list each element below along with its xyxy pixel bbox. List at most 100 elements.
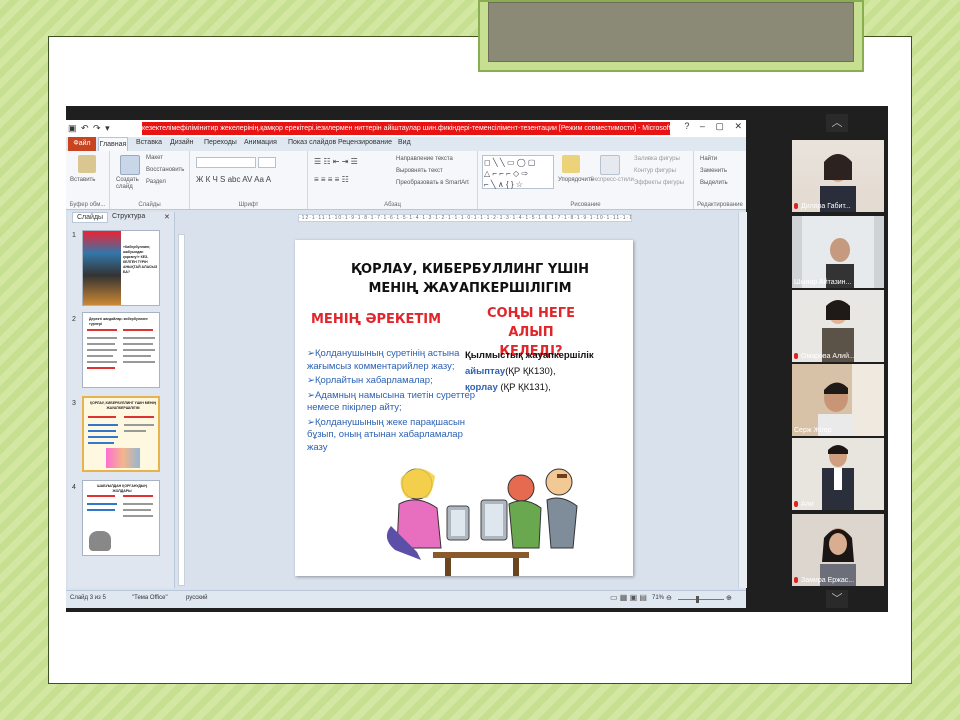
chevron-up-icon[interactable]: ︿ [826,114,848,132]
slide-counter: Слайд 3 из 5 [70,595,106,601]
font-size-field[interactable] [258,157,276,168]
participant-tile[interactable]: Али [792,438,884,510]
paste-button[interactable]: Вставить [70,177,95,183]
group-label-clipboard: Буфер обм... [69,202,106,208]
zoom-in-icon[interactable]: ⊕ [726,594,732,602]
muted-mic-icon [794,577,798,584]
text-direction-button[interactable]: Направление текста [396,156,453,162]
tab-slideshow[interactable]: Показ слайдов [288,139,336,146]
powerpoint-window: ▣ ↶ ↷ ▾ кезектелімефілімінитир жекелерін… [66,120,747,608]
thumb-text: «Кибербуллинг, шабуылдан қорғану!» КЕЗ-К… [123,245,158,274]
list-item: ➢Қолданушының суретінің астына жағымсыз … [307,348,460,372]
list-item: ➢Қорлайтын хабарламалар; [307,375,433,386]
zoom-level: 71% [652,595,665,601]
angry-body [508,500,542,549]
tab-home[interactable]: Главная [98,137,128,151]
font-name-field[interactable] [196,157,256,168]
cyberbullying-illustration [381,468,581,576]
panel-close-icon[interactable]: ✕ [160,212,174,222]
maximize-icon[interactable]: ▢ [715,121,724,131]
slide-thumbnail-4[interactable]: ШАБУЫЛДАН ҚОРҒАНУДЫҢ ЖОЛДАРЫ [82,480,160,556]
paste-icon[interactable] [78,155,96,173]
font-format-icons[interactable]: Ж К Ч S abc AV Aa A [196,175,271,184]
window-controls[interactable]: ? – ▢ ✕ [676,121,742,132]
language: русский [186,595,208,601]
reset-button[interactable]: Восстановить [146,167,184,173]
participant-tile[interactable]: Диляра Габит... [792,140,884,212]
zoom-slider-thumb[interactable] [696,596,699,603]
liability-title: Қылмыстық жауапкершілік [465,350,594,361]
tab-design[interactable]: Дизайн [170,139,194,146]
align-text-button[interactable]: Выровнять текст [396,168,443,174]
desk [433,552,529,558]
new-slide-icon[interactable] [120,155,140,175]
shape-effects-button[interactable]: Эффекты фигуры [634,180,684,186]
participant-video [802,216,874,288]
slide-thumbnail-2[interactable]: Деректі жағдайлар: кибербуллинг түрлері [82,312,160,388]
participant-video [820,528,856,586]
close-icon[interactable]: ✕ [734,121,742,131]
arrange-button[interactable]: Упорядочить [558,177,594,183]
list-icons[interactable]: ☰ ☷ ⇤ ⇥ ☰ [314,157,358,166]
shapes-gallery[interactable]: ◻ ╲ ╲ ▭ ◯ ▢ △ ⌐ ⌐ ⌐ ◇ ⇨ ⌐ ╲ ∧ { } ☆ [482,155,554,189]
smartart-button[interactable]: Преобразовать в SmartArt [396,180,469,186]
quick-styles-icon[interactable] [600,155,620,175]
liability-item: айыптау(ҚР ҚК130), [465,366,556,377]
tab-insert[interactable]: Вставка [136,139,162,146]
tab-animation[interactable]: Анимация [244,139,277,146]
liability-item: қорлау (ҚР ҚК131), [465,382,551,393]
title-placeholder [478,0,864,72]
participant-name: Омарова Алий... [794,353,855,360]
thumb-text: ШАБУЫЛДАН ҚОРҒАНУДЫҢ ЖОЛДАРЫ [97,484,147,493]
group-label-slides: Слайды [138,202,161,208]
minimize-icon[interactable]: – [700,121,705,131]
section-button[interactable]: Раздел [146,179,166,185]
thumb-number: 2 [72,316,76,323]
quick-access-toolbar[interactable]: ▣ ↶ ↷ ▾ [68,123,111,134]
slide-thumbnail-3[interactable]: ҚОРЛАУ, КИБЕРБУЛЛИНГ ҮШІН МЕНІҢ ЖАУАПКЕР… [82,396,160,472]
zoom-out-icon[interactable]: ⊖ [666,594,672,602]
boy-hair [557,474,567,478]
help-icon[interactable]: ? [684,121,689,131]
replace-button[interactable]: Заменить [700,168,727,174]
tab-slides[interactable]: Слайды [72,212,109,223]
zoom-slider[interactable] [678,599,724,600]
thumb-text: ҚОРЛАУ, КИБЕРБУЛЛИНГ ҮШІН МЕНІҢ ЖАУАПКЕР… [90,401,156,410]
tab-file[interactable]: Файл [68,137,96,151]
participant-tile[interactable]: Серж Жігер [792,364,884,436]
slide-canvas[interactable]: ҚОРЛАУ, КИБЕРБУЛЛИНГ ҮШІН МЕНІҢ ЖАУАПКЕР… [295,240,633,576]
title-bar: ▣ ↶ ↷ ▾ кезектелімефілімінитир жекелерін… [66,120,746,137]
view-buttons[interactable]: ▭ ▦ ▣ ▤ [610,593,647,602]
group-label-editing: Редактирование [697,202,743,208]
layout-button[interactable]: Макет [146,155,163,161]
boy-body [546,497,578,549]
vertical-scrollbar[interactable] [738,212,747,588]
tab-review[interactable]: Рецензирование [338,139,392,146]
thumb-number: 3 [72,400,76,407]
slide-thumbnail-1[interactable]: «Кибербуллинг, шабуылдан қорғану!» КЕЗ-К… [82,230,160,306]
arrange-icon[interactable] [562,155,580,173]
participant-name: Замира Ержас... [794,577,854,584]
shape-fill-button[interactable]: Заливка фигуры [634,156,680,162]
align-icons[interactable]: ≡ ≡ ≡ ≡ ☷ [314,175,349,184]
tab-transitions[interactable]: Переходы [204,139,237,146]
tab-outline[interactable]: Структура [108,212,149,221]
participant-video [818,364,884,436]
participant-name: Серж Жігер [794,427,832,434]
select-button[interactable]: Выделить [700,180,728,186]
shape-outline-button[interactable]: Контур фигуры [634,168,676,174]
chevron-down-icon[interactable]: ﹀ [826,590,848,608]
group-drawing: ◻ ╲ ╲ ▭ ◯ ▢ △ ⌐ ⌐ ⌐ ◇ ⇨ ⌐ ╲ ∧ { } ☆ Упоряд… [478,151,694,209]
tab-view[interactable]: Вид [398,139,411,146]
participant-tile[interactable]: Шынар Айтазин... [792,216,884,288]
find-button[interactable]: Найти [700,156,717,162]
participant-tile[interactable]: Замира Ержас... [792,514,884,586]
participant-tile[interactable]: Омарова Алий... [792,290,884,362]
new-slide-button[interactable]: Создать слайд [116,177,146,191]
right-content: Қылмыстық жауапкершілік айыптау(ҚР ҚК130… [465,348,633,396]
theme-name: "Тема Office" [132,595,168,601]
list-item: ➢Адамның намысына тиетін суреттер немесе… [307,389,476,414]
quick-styles-button[interactable]: Экспресс-стили [590,177,634,183]
thumb-image [89,531,111,551]
horizontal-ruler: ·12·1·11·1·10·1·9·1·8·1·7·1·6·1·5·1·4·1·… [298,214,632,222]
